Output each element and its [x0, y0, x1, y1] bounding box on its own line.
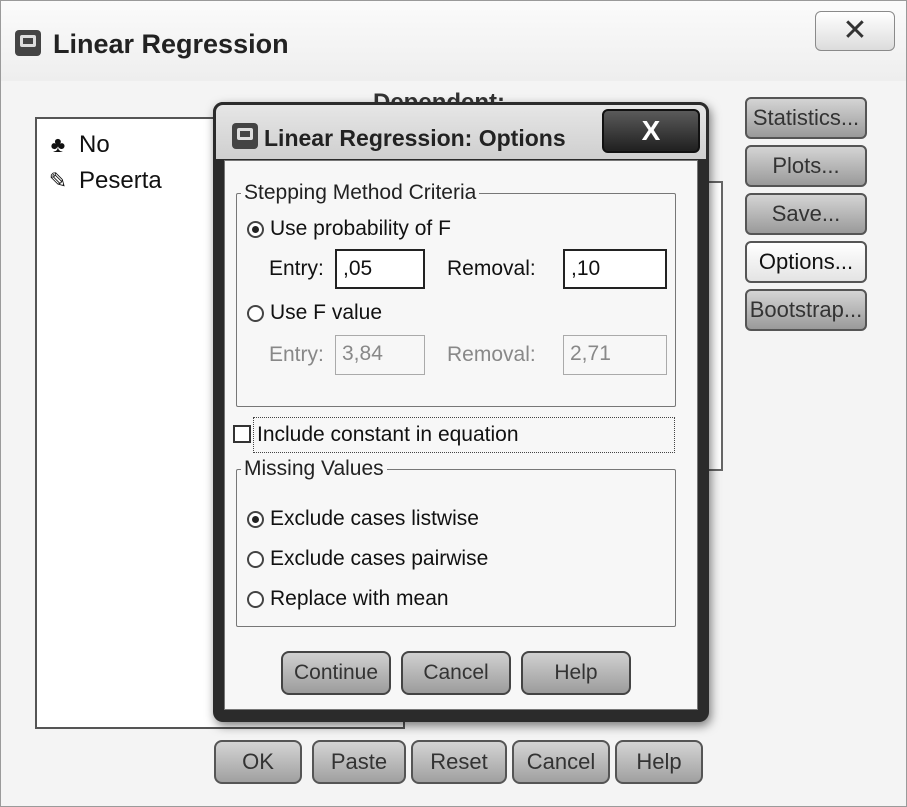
statistics-button[interactable]: Statistics... — [745, 97, 867, 139]
main-title-bar: Linear Regression ✕ — [1, 1, 906, 81]
use-f-value-radio[interactable]: Use F value — [247, 301, 382, 325]
use-f-value-label: Use F value — [270, 301, 383, 324]
continue-button[interactable]: Continue — [281, 651, 391, 695]
use-probability-radio[interactable]: Use probability of F — [247, 217, 451, 241]
probability-removal-label: Removal: — [447, 257, 536, 280]
dialog-close-button[interactable]: X — [602, 109, 700, 153]
exclude-pairwise-radio[interactable]: Exclude cases pairwise — [247, 547, 488, 571]
ok-button[interactable]: OK — [214, 740, 302, 784]
radio-unselected-icon — [247, 304, 264, 322]
list-item[interactable]: ✎ Peserta — [45, 167, 162, 195]
reset-button[interactable]: Reset — [411, 740, 507, 784]
dialog-cancel-button[interactable]: Cancel — [401, 651, 511, 695]
include-constant-checkbox[interactable] — [233, 425, 251, 443]
variable-label: No — [79, 131, 110, 158]
exclude-listwise-radio[interactable]: Exclude cases listwise — [247, 507, 479, 531]
scale-nominal-icon: ♣ — [50, 132, 66, 157]
use-probability-label: Use probability of F — [270, 217, 451, 240]
stepping-method-legend: Stepping Method Criteria — [244, 181, 477, 204]
replace-with-mean-radio[interactable]: Replace with mean — [247, 587, 449, 611]
spss-app-icon — [232, 123, 258, 149]
f-entry-field: 3,84 — [335, 335, 425, 375]
include-constant-label[interactable]: Include constant in equation — [257, 423, 519, 447]
radio-selected-icon — [247, 220, 264, 238]
paste-button[interactable]: Paste — [312, 740, 406, 784]
probability-entry-label: Entry: — [269, 257, 324, 280]
options-dialog: Linear Regression: Options X Stepping Me… — [213, 102, 709, 722]
exclude-pairwise-label: Exclude cases pairwise — [270, 547, 489, 570]
radio-unselected-icon — [247, 590, 264, 608]
radio-unselected-icon — [247, 550, 264, 568]
replace-with-mean-label: Replace with mean — [270, 587, 449, 610]
spss-app-icon — [15, 30, 41, 56]
dialog-help-button[interactable]: Help — [521, 651, 631, 695]
dialog-body: Stepping Method Criteria Use probability… — [224, 160, 698, 710]
f-entry-label: Entry: — [269, 343, 324, 366]
f-removal-field: 2,71 — [563, 335, 667, 375]
radio-selected-icon — [247, 510, 264, 528]
probability-entry-field[interactable]: ,05 — [335, 249, 425, 289]
bootstrap-button[interactable]: Bootstrap... — [745, 289, 867, 331]
plots-button[interactable]: Plots... — [745, 145, 867, 187]
missing-values-legend: Missing Values — [244, 457, 384, 480]
options-button[interactable]: Options... — [745, 241, 867, 283]
cancel-button[interactable]: Cancel — [512, 740, 610, 784]
variable-label: Peserta — [79, 167, 162, 194]
help-button[interactable]: Help — [615, 740, 703, 784]
main-window-title: Linear Regression — [53, 29, 289, 59]
dialog-title-bar: Linear Regression: Options X — [213, 102, 709, 162]
dialog-title: Linear Regression: Options — [264, 125, 566, 151]
scale-string-icon: ✎ — [48, 168, 68, 193]
save-button[interactable]: Save... — [745, 193, 867, 235]
exclude-listwise-label: Exclude cases listwise — [270, 507, 479, 530]
list-item[interactable]: ♣ No — [45, 131, 110, 159]
main-close-button[interactable]: ✕ — [815, 11, 895, 51]
probability-removal-field[interactable]: ,10 — [563, 249, 667, 289]
f-removal-label: Removal: — [447, 343, 536, 366]
